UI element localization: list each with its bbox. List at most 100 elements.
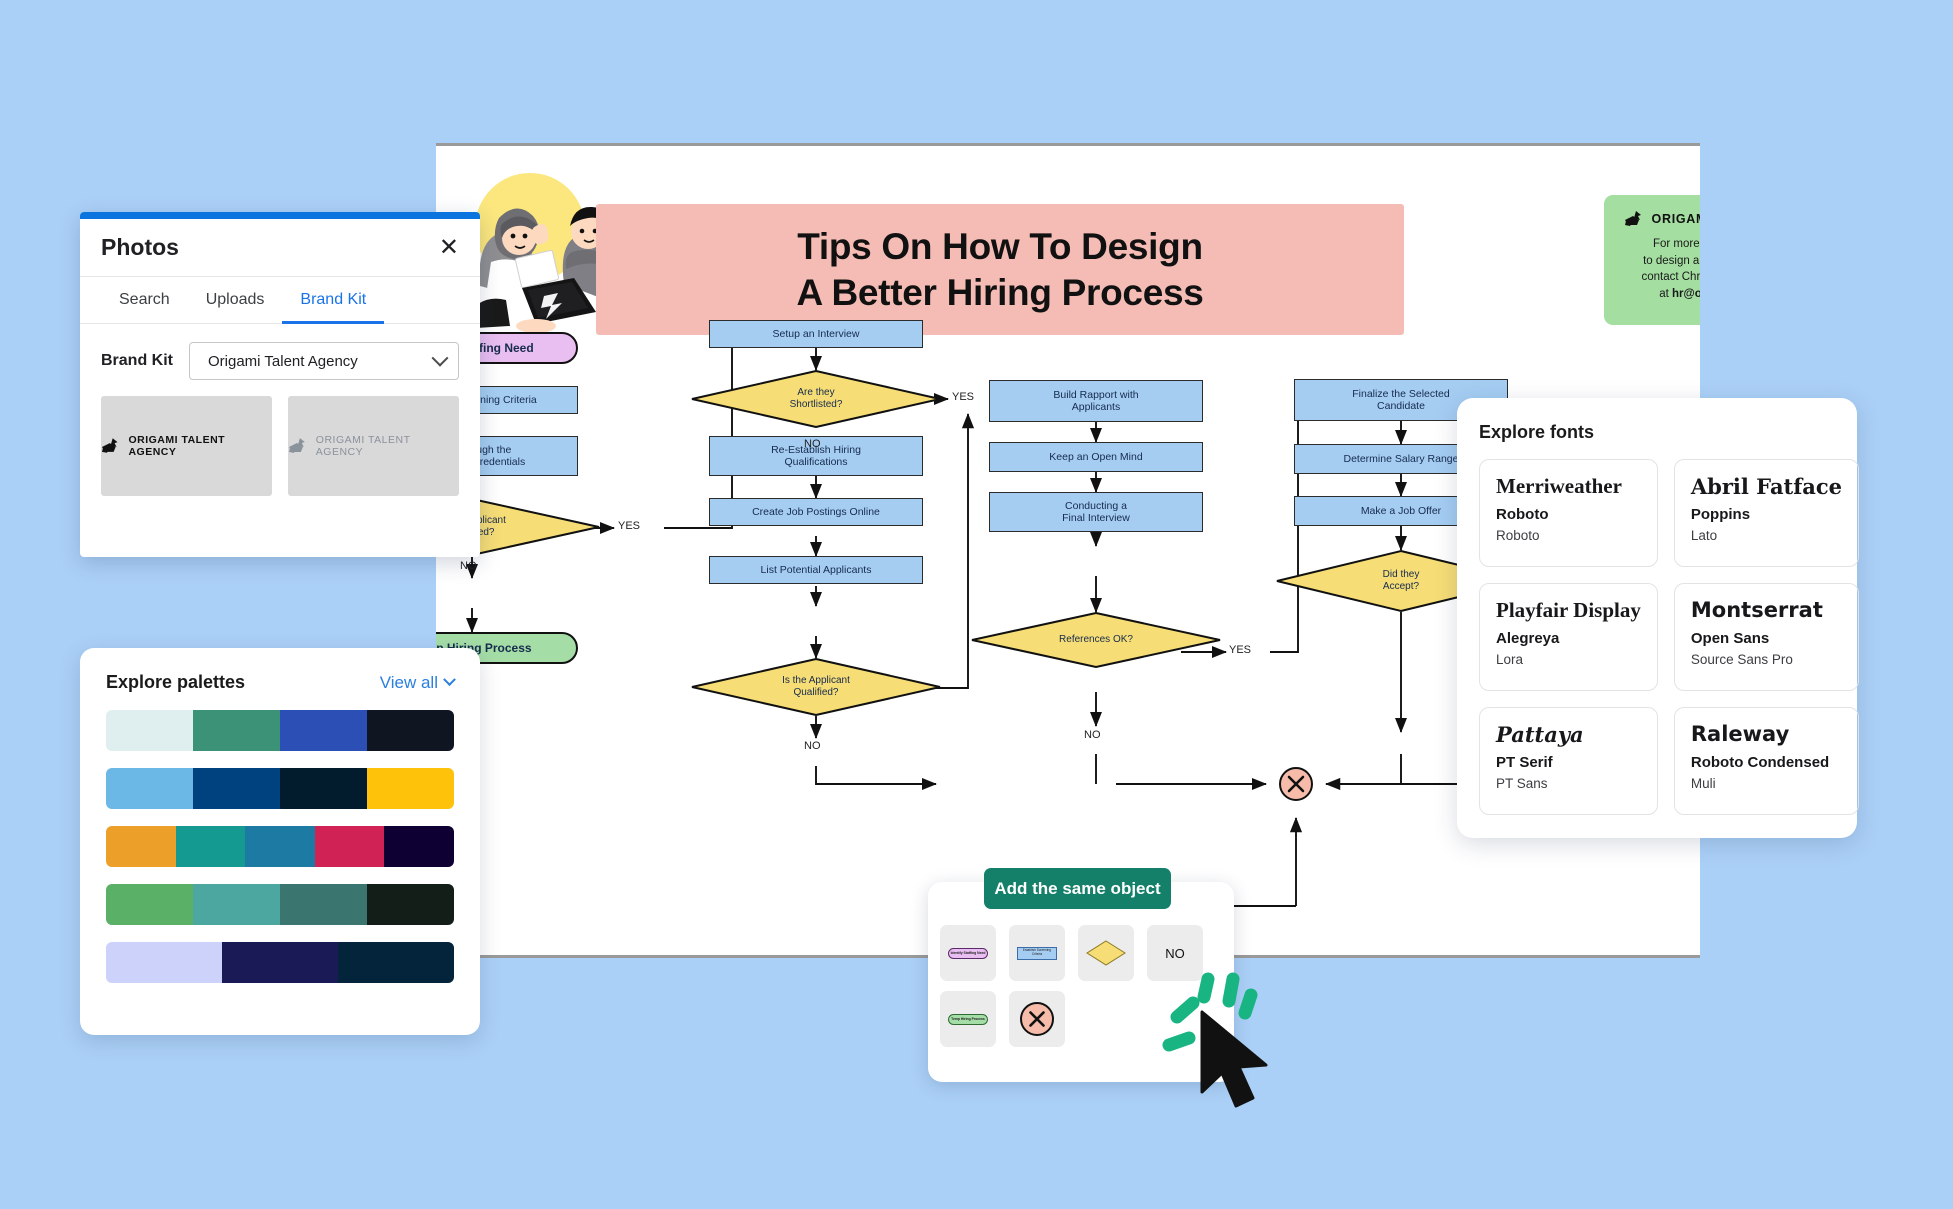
close-icon[interactable]: ✕ <box>439 235 459 260</box>
font-card-tertiary: Roboto <box>1496 527 1540 543</box>
palette-swatch[interactable] <box>280 768 367 809</box>
flow-node-label: Conducting a Final Interview <box>1062 499 1130 524</box>
palette-row[interactable] <box>106 942 454 983</box>
tab-uploads[interactable]: Uploads <box>188 277 283 324</box>
flow-node-label: List Potential Applicants <box>760 563 872 576</box>
logo-tile-label: ORIGAMI TALENT AGENCY <box>128 434 226 458</box>
flow-node-keep-an-open-mind[interactable]: Keep an Open Mind <box>989 442 1203 472</box>
font-card-secondary: Open Sans <box>1690 629 1770 647</box>
font-card-tertiary: Lora <box>1496 651 1524 667</box>
font-card[interactable]: Raleway Roboto Condensed Muli <box>1673 707 1860 815</box>
palette-swatch[interactable] <box>106 942 222 983</box>
palette-swatch[interactable] <box>367 884 454 925</box>
font-card-hero: Pattaya <box>1496 722 1584 747</box>
palette-swatch[interactable] <box>222 942 338 983</box>
font-card-grid: Merriweather Roboto Roboto Abril Fatface Pop… <box>1479 459 1860 815</box>
origami-swan-logo-icon <box>101 438 118 453</box>
object-tile-temp-hiring-process[interactable]: Temp Hiring Process <box>940 991 996 1047</box>
flow-node-is-applicant-qualified-2[interactable]: Is the Applicant Qualified? <box>691 658 941 716</box>
palette-swatch[interactable] <box>106 768 193 809</box>
flow-node-list-potential-applicants[interactable]: List Potential Applicants <box>709 556 923 584</box>
view-all-label: View all <box>379 672 438 692</box>
palette-row[interactable] <box>106 710 454 751</box>
object-tile-establish-screening-criteria[interactable]: Establish Screening Criteria <box>1009 925 1065 981</box>
font-card[interactable]: Merriweather Roboto Roboto <box>1479 459 1658 567</box>
font-card-tertiary: Lato <box>1690 527 1718 543</box>
thumb-diamond-yellow <box>1086 940 1126 966</box>
logo-tile-muted[interactable]: ORIGAMI TALENT AGENCY <box>288 396 459 496</box>
palette-swatch[interactable] <box>193 768 280 809</box>
font-card[interactable]: Playfair Display Alegreya Lora <box>1479 583 1658 691</box>
flow-node-label: Setup an Interview <box>772 327 860 340</box>
explore-fonts-panel: Explore fonts Merriweather Roboto Roboto Ab… <box>1457 398 1860 838</box>
palette-row[interactable] <box>106 884 454 925</box>
flow-node-references-ok[interactable]: References OK? <box>971 612 1221 668</box>
flow-node-setup-an-interview[interactable]: Setup an Interview <box>709 320 923 348</box>
font-card-secondary: Poppins <box>1690 505 1751 523</box>
flow-node-label: Keep an Open Mind <box>1049 450 1143 463</box>
font-card-secondary: Roboto <box>1496 505 1549 523</box>
view-all-palettes-button[interactable]: View all <box>379 672 456 693</box>
palette-swatch[interactable] <box>193 884 280 925</box>
close-x-icon <box>1287 775 1305 793</box>
brand-kit-select[interactable]: Origami Talent Agency <box>189 342 459 380</box>
explore-palettes-header: Explore palettes View all <box>106 672 456 693</box>
edge-label-yes-2: YES <box>952 391 975 403</box>
tab-search[interactable]: Search <box>101 277 188 324</box>
thumb-rect-blue: Establish Screening Criteria <box>1017 946 1057 960</box>
add-the-same-object-button[interactable]: Add the same object <box>984 868 1171 909</box>
object-tile-identify-staffing-need[interactable]: Identify Staffing Need <box>940 925 996 981</box>
palette-swatch[interactable] <box>338 942 454 983</box>
palette-swatch[interactable] <box>106 826 176 867</box>
close-x-icon <box>1029 1011 1045 1027</box>
flow-node-label: Determine Salary Range <box>1343 452 1459 465</box>
object-tile-terminator-x[interactable] <box>1009 991 1065 1047</box>
flow-node-terminator-x[interactable] <box>1279 767 1313 801</box>
palette-swatch[interactable] <box>245 826 315 867</box>
palette-row-list <box>106 710 454 983</box>
palette-swatch[interactable] <box>280 884 367 925</box>
flow-node-label: Build Rapport with Applicants <box>1053 388 1139 413</box>
thumb-circle-x <box>1020 1002 1054 1036</box>
chevron-down-icon <box>443 673 456 687</box>
palette-row[interactable] <box>106 768 454 809</box>
thumb-pill-purple: Identify Staffing Need <box>948 947 988 959</box>
font-card[interactable]: Montserrat Open Sans Source Sans Pro <box>1673 583 1860 691</box>
explore-palettes-title: Explore palettes <box>106 672 246 692</box>
photos-panel: Photos ✕ Search Uploads Brand Kit Brand … <box>80 212 480 557</box>
font-card[interactable]: Abril Fatface Poppins Lato <box>1673 459 1860 567</box>
edge-label-no-4: NO <box>1084 729 1101 741</box>
logo-tile-primary[interactable]: ORIGAMI TALENT AGENCY <box>101 396 272 496</box>
object-tile-is-applicant-qualified[interactable] <box>1078 925 1134 981</box>
font-card-hero: Abril Fatface <box>1690 474 1843 499</box>
flow-node-build-rapport-with-applicants[interactable]: Build Rapport with Applicants <box>989 380 1203 422</box>
palette-swatch[interactable] <box>314 826 385 867</box>
edge-label-no-2: NO <box>804 438 821 450</box>
palette-swatch[interactable] <box>106 884 193 925</box>
palette-swatch[interactable] <box>384 826 454 867</box>
brand-kit-selected-value: Origami Talent Agency <box>208 352 358 370</box>
flow-node-conducting-a-final-interview[interactable]: Conducting a Final Interview <box>989 492 1203 532</box>
edge-label-yes-3: YES <box>1229 644 1252 656</box>
font-card-secondary: PT Serif <box>1496 753 1553 771</box>
photos-panel-title: Photos <box>101 234 179 260</box>
palette-swatch[interactable] <box>193 710 280 751</box>
palette-row[interactable] <box>106 826 454 867</box>
palette-swatch[interactable] <box>367 710 454 751</box>
chevron-down-icon <box>431 349 449 367</box>
photos-panel-accent-bar <box>80 212 480 219</box>
photos-panel-tabs: Search Uploads Brand Kit <box>80 277 480 324</box>
brand-kit-row: Brand Kit Origami Talent Agency <box>80 324 480 380</box>
brand-kit-label: Brand Kit <box>101 352 173 369</box>
flow-node-are-they-shortlisted[interactable]: Are they Shortlisted? <box>691 370 941 428</box>
mouse-pointer-icon <box>1200 1010 1268 1108</box>
palette-swatch[interactable] <box>106 710 193 751</box>
palette-swatch[interactable] <box>280 710 367 751</box>
palette-swatch[interactable] <box>175 826 246 867</box>
flow-node-create-job-postings-online[interactable]: Create Job Postings Online <box>709 498 923 526</box>
edge-label-no-3: NO <box>804 740 821 752</box>
palette-swatch[interactable] <box>367 768 454 809</box>
font-card-secondary: Roboto Condensed <box>1690 753 1830 771</box>
tab-brand-kit[interactable]: Brand Kit <box>282 277 385 324</box>
font-card[interactable]: Pattaya PT Serif PT Sans <box>1479 707 1658 815</box>
